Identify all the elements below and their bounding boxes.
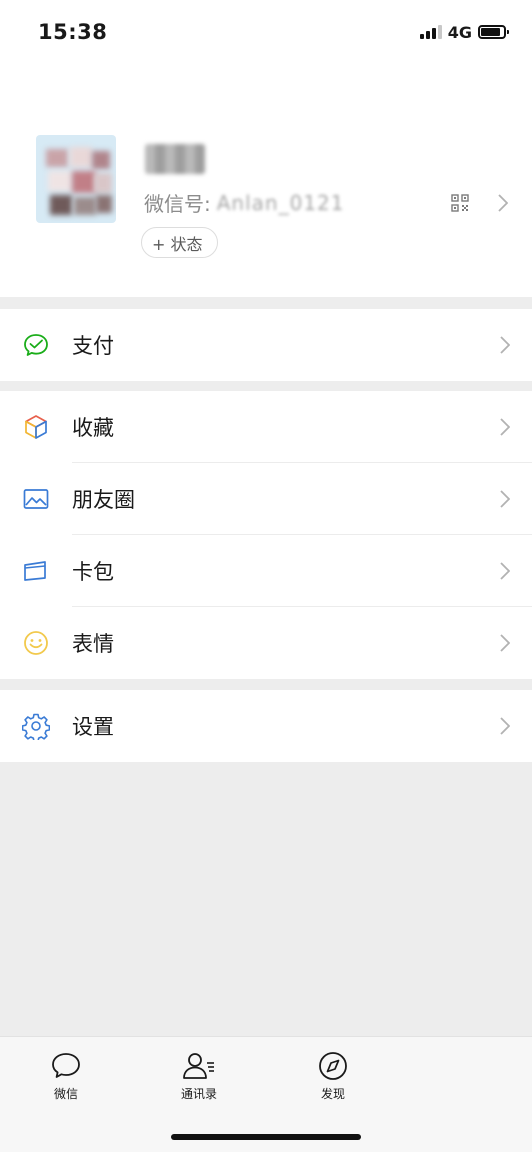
cellular-signal-icon [419, 25, 442, 39]
compass-icon [319, 1052, 347, 1080]
chevron-right-icon [498, 194, 508, 212]
menu-item-settings-label: 设置 [72, 715, 114, 739]
chevron-right-icon [500, 562, 510, 580]
status-time: 15:38 [38, 20, 108, 44]
moments-picture-icon [23, 489, 49, 509]
settings-gear-icon [22, 713, 50, 740]
menu-item-favorites-label: 收藏 [72, 416, 114, 440]
network-type: 4G [447, 22, 472, 42]
menu-group-settings: 设置 [0, 690, 532, 762]
tab-chats-label: 微信 [53, 1087, 78, 1101]
chevron-right-icon [500, 336, 510, 354]
menu-item-favorites[interactable]: 收藏 [0, 391, 532, 463]
tab-contacts[interactable]: 通讯录 [149, 1051, 249, 1102]
status-bar: 15:38 4G [0, 0, 532, 64]
profile-name [145, 144, 205, 174]
add-status-button[interactable]: + 状态 [141, 227, 218, 258]
menu-item-settings[interactable]: 设置 [0, 690, 532, 762]
menu-item-stickers[interactable]: 表情 [0, 607, 532, 679]
add-status-label: + 状态 [152, 234, 203, 254]
wechat-me-screen: 15:38 4G 微信号: Anlan_0121 + 状态 支付 收藏 朋友圈 … [0, 0, 532, 1152]
wechat-id-label: 微信号: [144, 192, 211, 216]
tab-discover[interactable]: 发现 [283, 1051, 383, 1102]
menu-item-cards[interactable]: 卡包 [0, 535, 532, 607]
qr-code-icon[interactable] [451, 194, 469, 212]
menu-item-moments[interactable]: 朋友圈 [0, 463, 532, 535]
favorites-cube-icon [25, 415, 47, 439]
card-wallet-icon [24, 561, 46, 581]
chevron-right-icon [500, 490, 510, 508]
avatar[interactable] [36, 135, 116, 223]
smiley-face-icon [24, 631, 48, 655]
pay-icon [24, 334, 48, 356]
chevron-right-icon [500, 717, 510, 735]
chat-bubble-icon [52, 1053, 80, 1078]
wechat-id-value: Anlan_0121 [216, 190, 345, 215]
menu-item-moments-label: 朋友圈 [72, 488, 135, 512]
contacts-icon [183, 1053, 214, 1079]
menu-group-services: 收藏 朋友圈 卡包 表情 [0, 391, 532, 679]
menu-item-pay-label: 支付 [72, 334, 114, 358]
chevron-right-icon [500, 634, 510, 652]
chevron-right-icon [500, 418, 510, 436]
battery-icon [478, 25, 509, 39]
tab-chats[interactable]: 微信 [16, 1051, 116, 1102]
home-indicator[interactable] [171, 1134, 361, 1140]
tab-contacts-label: 通讯录 [180, 1087, 217, 1101]
status-indicators: 4G [419, 22, 509, 42]
tab-discover-label: 发现 [320, 1087, 345, 1101]
menu-item-cards-label: 卡包 [72, 560, 114, 584]
wechat-id-row: 微信号: Anlan_0121 [144, 188, 345, 217]
menu-group-pay: 支付 [0, 309, 532, 381]
profile-header[interactable]: 微信号: Anlan_0121 + 状态 [0, 64, 532, 297]
menu-item-pay[interactable]: 支付 [0, 309, 532, 381]
menu-item-stickers-label: 表情 [72, 632, 114, 656]
